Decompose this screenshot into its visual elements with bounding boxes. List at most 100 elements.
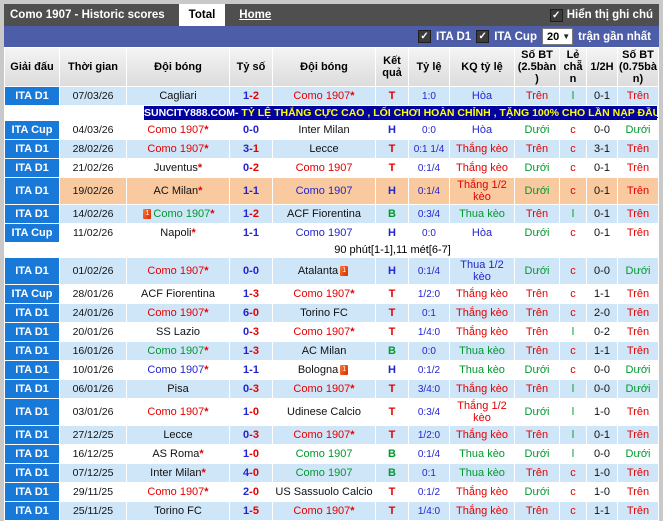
odds-result-cell: Thua kèo xyxy=(450,445,514,463)
odds-result-text: Thua kèo xyxy=(459,345,505,357)
home-away-star: * xyxy=(350,382,355,395)
result-cell: T xyxy=(376,285,408,303)
odd-even-cell: c xyxy=(560,285,586,303)
red-card-icon: 1 xyxy=(340,265,349,276)
home-away-star: * xyxy=(204,142,209,155)
away-team-cell: Lecce xyxy=(273,140,375,158)
over-under-075-text: Trên xyxy=(626,344,650,357)
odds-result-text: Hòa xyxy=(471,124,493,136)
team-name: Como 1907 xyxy=(293,382,351,395)
over-under-075-text: Trên xyxy=(626,207,650,220)
filter-ita-d1-checkbox[interactable] xyxy=(418,30,432,43)
filter-ita-cup-checkbox[interactable] xyxy=(476,30,490,43)
away-goals: -2 xyxy=(249,207,259,220)
away-goals: -0 xyxy=(249,466,259,479)
score-cell: 1-0 xyxy=(230,445,272,463)
over-under-075-cell: Trên xyxy=(618,285,658,303)
over-under-075-text: Trên xyxy=(626,325,650,338)
home-away-star: * xyxy=(350,504,355,517)
odds-cell: 0:0 xyxy=(409,224,449,242)
away-team-cell: Inter Milan xyxy=(273,121,375,139)
odds-cell: 0:1/4 xyxy=(409,258,449,284)
over-under-075-text: Trên xyxy=(626,405,650,418)
team-name: Inter Milan xyxy=(150,466,202,479)
odds-result-cell: Hòa xyxy=(450,87,514,105)
away-team-cell: Como 1907 xyxy=(273,224,375,242)
over-under-075-cell: Trên xyxy=(618,483,658,501)
over-under-25-text: Trên xyxy=(525,504,549,517)
score-cell: 0-3 xyxy=(230,323,272,341)
home-away-star: * xyxy=(350,287,355,300)
show-notes-checkbox[interactable] xyxy=(549,8,563,22)
over-under-25-cell: Trên xyxy=(515,205,559,223)
odd-even-text: c xyxy=(570,161,576,174)
odds-result-text: Thua kèo xyxy=(459,208,505,220)
date-cell: 16/12/25 xyxy=(60,445,126,463)
odds-result-text: Thắng kèo xyxy=(456,429,508,441)
team-name: Lecce xyxy=(309,142,339,155)
over-under-075-cell: Dưới xyxy=(618,361,658,379)
away-goals: -3 xyxy=(249,428,259,441)
odds-result-cell: Thua 1/2 kèo xyxy=(450,258,514,284)
match-row: ITA D1 20/01/26 SS Lazio 0-3 Como 1907* T 1/4:… xyxy=(5,323,658,341)
over-under-075-cell: Trên xyxy=(618,140,658,158)
away-team-cell: Atalanta 1 xyxy=(273,258,375,284)
tab-total[interactable]: Total xyxy=(178,4,226,26)
away-team-cell: Como 1907* xyxy=(273,502,375,520)
over-under-075-text: Dưới xyxy=(625,264,651,277)
league-badge: ITA D1 xyxy=(5,483,59,501)
odds-result-cell: Hòa xyxy=(450,224,514,242)
odds-cell: 0:0 xyxy=(409,342,449,360)
score-cell: 4-0 xyxy=(230,464,272,482)
result-letter: B xyxy=(388,466,396,479)
halftime-score-cell: 1-0 xyxy=(587,464,617,482)
title-bar: Como 1907 - Historic scores Total Home H… xyxy=(4,4,659,26)
match-count-suffix: trận gần nhất xyxy=(578,30,651,43)
odds-cell: 3/4:0 xyxy=(409,380,449,398)
result-letter: H xyxy=(388,363,396,376)
odds-result-text: Thắng 1/2 kèo xyxy=(457,179,507,203)
over-under-25-cell: Dưới xyxy=(515,258,559,284)
odds-result-cell: Thắng kèo xyxy=(450,140,514,158)
score-cell: 1-1 xyxy=(230,361,272,379)
odds-cell: 0:1/2 xyxy=(409,483,449,501)
match-row: ITA D1 07/12/25 Inter Milan* 4-0 Como 1907 B 0… xyxy=(5,464,658,482)
over-under-25-text: Dưới xyxy=(524,226,550,239)
home-away-star: * xyxy=(350,89,355,102)
league-badge: ITA D1 xyxy=(5,502,59,520)
league-badge: ITA D1 xyxy=(5,159,59,177)
over-under-075-cell: Trên xyxy=(618,304,658,322)
tab-home[interactable]: Home xyxy=(239,9,271,21)
promo-banner-link[interactable]: SUNCITY888.COM- TỶ LỆ THẮNG CỰC CAO , LỐ… xyxy=(144,106,658,120)
odds-result-text: Thắng kèo xyxy=(456,505,508,517)
score-cell: 3-1 xyxy=(230,140,272,158)
date-cell: 07/12/25 xyxy=(60,464,126,482)
over-under-25-text: Dưới xyxy=(524,161,550,174)
match-row: ITA D1 03/01/26 Como 1907* 1-0 Udinese Calci… xyxy=(5,399,658,425)
match-row: ITA D1 16/01/26 Como 1907* 1-3 AC Milan B 0:0 T… xyxy=(5,342,658,360)
match-row: ITA D1 16/12/25 AS Roma* 1-0 Como 1907 B 0:1/4… xyxy=(5,445,658,463)
over-under-075-text: Trên xyxy=(626,466,650,479)
over-under-075-cell: Trên xyxy=(618,502,658,520)
odd-even-cell: c xyxy=(560,483,586,501)
score-cell: 0-3 xyxy=(230,380,272,398)
odds-cell: 0:0 xyxy=(409,121,449,139)
result-letter: T xyxy=(388,142,396,155)
odd-even-text: c xyxy=(570,306,576,319)
league-badge: ITA D1 xyxy=(5,464,59,482)
home-away-star: * xyxy=(191,226,196,239)
team-name: Inter Milan xyxy=(298,123,350,136)
odds-result-text: Hòa xyxy=(471,227,493,239)
halftime-score-cell: 1-1 xyxy=(587,502,617,520)
over-under-075-cell: Trên xyxy=(618,87,658,105)
chevron-down-icon: ▼ xyxy=(562,32,571,41)
team-name: Udinese Calcio xyxy=(287,405,361,418)
odds-cell: 0:3/4 xyxy=(409,205,449,223)
result-letter: T xyxy=(388,287,396,300)
over-under-075-cell: Trên xyxy=(618,464,658,482)
result-letter: H xyxy=(388,226,396,239)
away-goals: -3 xyxy=(249,344,259,357)
match-count-select[interactable]: 20 ▼ xyxy=(541,28,574,45)
team-name: Pisa xyxy=(167,382,189,395)
column-header: 1/2H xyxy=(587,48,617,86)
